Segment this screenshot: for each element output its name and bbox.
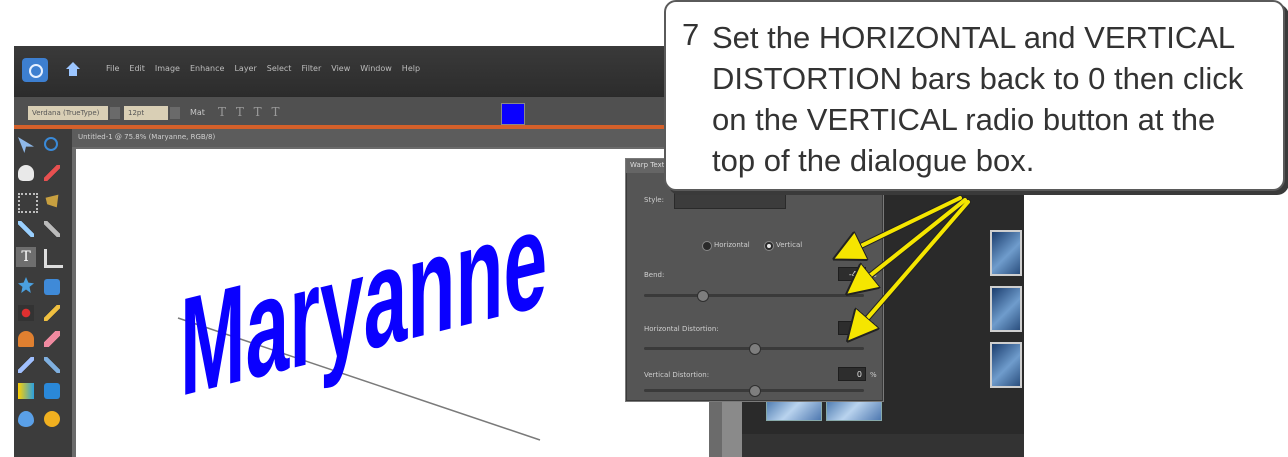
step-number: 7 — [682, 17, 700, 52]
warped-text[interactable]: Maryanne — [180, 178, 547, 425]
instruction-callout: 7 Set the HORIZONTAL and VERTICAL DISTOR… — [664, 0, 1285, 191]
instruction-text: Set the HORIZONTAL and VERTICAL DISTORTI… — [712, 20, 1244, 178]
